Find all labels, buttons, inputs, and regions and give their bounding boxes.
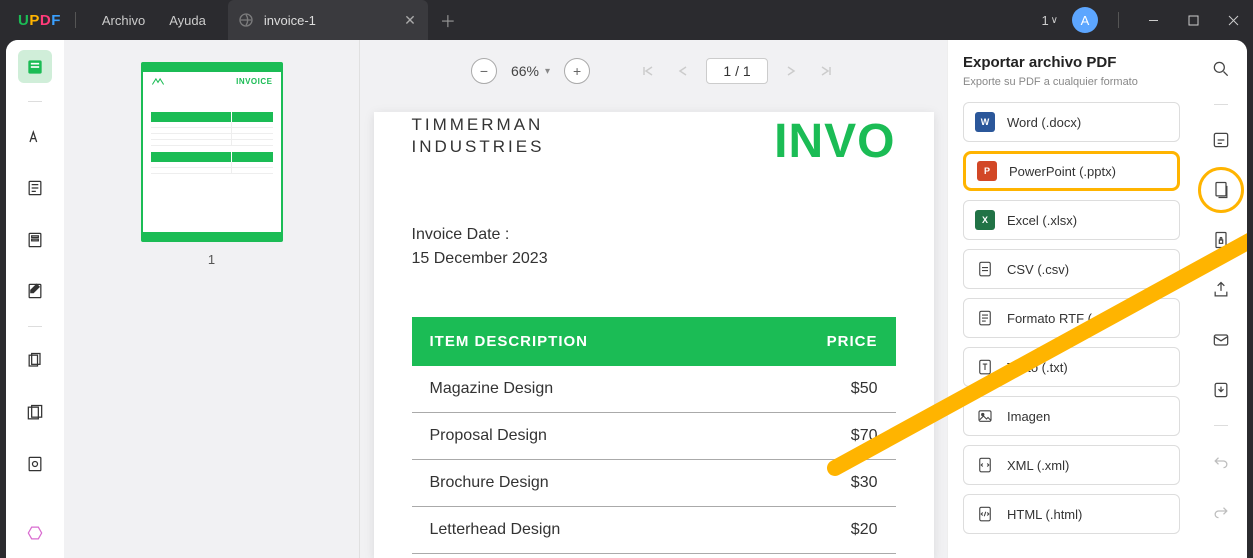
comment-tool[interactable]	[18, 172, 52, 205]
organize-tool[interactable]	[18, 345, 52, 378]
export-text[interactable]: Texto (.txt)	[963, 347, 1180, 387]
col-price: PRICE	[746, 317, 895, 366]
menu-file[interactable]: Archivo	[90, 13, 157, 28]
export-excel[interactable]: X Excel (.xlsx)	[963, 200, 1180, 240]
export-title: Exportar archivo PDF	[963, 54, 1180, 71]
divider	[28, 101, 42, 102]
powerpoint-icon: P	[977, 161, 997, 181]
thumb-invoice-label: INVOICE	[236, 77, 272, 86]
tab-close-icon[interactable]: ✕	[404, 12, 416, 29]
rtf-icon	[975, 308, 995, 328]
html-icon	[975, 504, 995, 524]
email-button[interactable]	[1206, 325, 1236, 355]
edit-tool[interactable]	[18, 274, 52, 307]
thumb-logo-icon	[151, 76, 165, 86]
export-powerpoint[interactable]: P PowerPoint (.pptx)	[963, 151, 1180, 191]
tab-add-button[interactable]: ＋	[440, 8, 456, 32]
export-panel: Exportar archivo PDF Exporte su PDF a cu…	[947, 40, 1195, 558]
csv-icon	[975, 259, 995, 279]
export-image[interactable]: Imagen	[963, 396, 1180, 436]
thumbnails-tool[interactable]	[18, 50, 52, 83]
excel-icon: X	[975, 210, 995, 230]
document-page[interactable]: TIMMERMAN INDUSTRIES INVO Invoice Date :…	[374, 112, 934, 558]
company-name: TIMMERMAN INDUSTRIES	[412, 114, 545, 158]
table-row: Magazine Design$50	[412, 366, 896, 413]
close-button[interactable]	[1213, 0, 1253, 40]
page-input[interactable]	[706, 58, 768, 84]
table-row: Brochure Design$30	[412, 460, 896, 507]
protect-button[interactable]	[1206, 225, 1236, 255]
ocr-button[interactable]	[1206, 125, 1236, 155]
export-html[interactable]: HTML (.html)	[963, 494, 1180, 534]
left-toolbar	[6, 40, 64, 558]
export-subtitle: Exporte su PDF a cualquier formato	[963, 76, 1180, 88]
invoice-table: ITEM DESCRIPTION PRICE Magazine Design$5…	[412, 317, 896, 554]
divider	[28, 326, 42, 327]
zoom-level[interactable]: 66%▾	[511, 63, 550, 79]
word-icon: W	[975, 112, 995, 132]
zoom-controls: − 66%▾ +	[360, 52, 947, 90]
zoom-in-button[interactable]: +	[564, 58, 590, 84]
invoice-title: INVO	[774, 114, 895, 169]
first-page-button[interactable]	[638, 61, 658, 81]
more-tool[interactable]	[18, 517, 52, 550]
window-count[interactable]: 1∨	[1041, 13, 1058, 28]
tab-shield-icon	[238, 12, 254, 28]
zoom-out-button[interactable]: −	[471, 58, 497, 84]
table-row: Proposal Design$70	[412, 413, 896, 460]
col-description: ITEM DESCRIPTION	[412, 317, 747, 366]
invoice-date: Invoice Date : 15 December 2023	[412, 223, 896, 271]
right-toolbar	[1195, 40, 1247, 558]
export-rtf[interactable]: Formato RTF (.rtf)	[963, 298, 1180, 338]
share-button[interactable]	[1206, 275, 1236, 305]
export-csv[interactable]: CSV (.csv)	[963, 249, 1180, 289]
app-logo: UPDF	[18, 12, 61, 29]
thumbnail-panel: INVOICE 1	[64, 40, 360, 558]
image-icon	[975, 406, 995, 426]
thumbnail-page-number: 1	[208, 252, 215, 267]
undo-button[interactable]	[1206, 446, 1236, 476]
titlebar: UPDF Archivo Ayuda invoice-1 ✕ ＋ 1∨ A	[0, 0, 1253, 40]
bookmark-tool[interactable]	[18, 223, 52, 256]
avatar[interactable]: A	[1072, 7, 1098, 33]
maximize-button[interactable]	[1173, 0, 1213, 40]
highlight-tool[interactable]	[18, 120, 52, 153]
document-tab[interactable]: invoice-1 ✕	[228, 0, 428, 40]
export-word[interactable]: W Word (.docx)	[963, 102, 1180, 142]
export-button[interactable]	[1206, 175, 1236, 205]
divider	[1118, 12, 1119, 28]
save-button[interactable]	[1206, 375, 1236, 405]
next-page-button[interactable]	[782, 61, 802, 81]
document-view: − 66%▾ + TIMMERMAN INDUSTRIES INVO	[360, 40, 947, 558]
divider	[1214, 104, 1228, 105]
tab-title: invoice-1	[264, 13, 396, 28]
prev-page-button[interactable]	[672, 61, 692, 81]
crop-tool[interactable]	[18, 396, 52, 429]
search-button[interactable]	[1206, 54, 1236, 84]
minimize-button[interactable]	[1133, 0, 1173, 40]
menu-help[interactable]: Ayuda	[157, 13, 218, 28]
divider	[1214, 425, 1228, 426]
last-page-button[interactable]	[816, 61, 836, 81]
xml-icon	[975, 455, 995, 475]
export-xml[interactable]: XML (.xml)	[963, 445, 1180, 485]
table-row: Letterhead Design$20	[412, 507, 896, 554]
text-icon	[975, 357, 995, 377]
watermark-tool[interactable]	[18, 447, 52, 480]
divider	[75, 12, 76, 28]
page-thumbnail[interactable]: INVOICE	[141, 62, 283, 242]
redo-button[interactable]	[1206, 496, 1236, 526]
